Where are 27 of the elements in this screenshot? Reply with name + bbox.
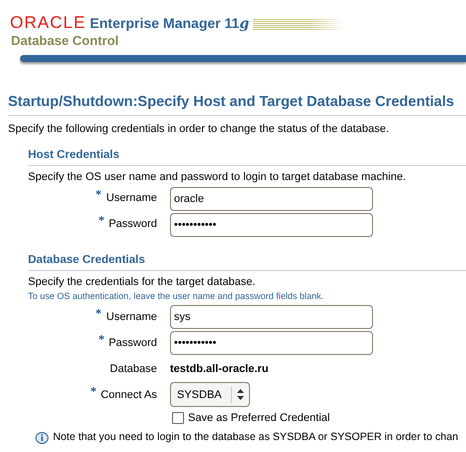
input-field[interactable]: sys bbox=[170, 304, 373, 329]
input-field[interactable]: oracle bbox=[170, 186, 373, 210]
field-label: Password bbox=[108, 336, 157, 350]
section-description: Specify the OS user name and password to login to target database machine. bbox=[28, 170, 407, 185]
input-field[interactable]: ••••••••••• bbox=[170, 212, 373, 236]
section-title: Host Credentials bbox=[28, 146, 466, 166]
product-subtitle: Database Control bbox=[10, 32, 120, 50]
page-title: Startup/Shutdown:Specify Host and Target Database Credentials bbox=[8, 92, 466, 116]
input-field[interactable]: ••••••••••• bbox=[170, 330, 373, 355]
connect-as-select[interactable]: SYSDBA bbox=[170, 382, 250, 408]
field-label: Connect As bbox=[100, 388, 157, 402]
field-label: Username bbox=[106, 191, 157, 206]
checkbox-label: Save as Preferred Credential bbox=[188, 410, 330, 426]
field-label: Password bbox=[108, 217, 157, 232]
spinner-icon bbox=[237, 389, 244, 400]
brand-logo: ORACLE bbox=[10, 14, 86, 31]
info-icon bbox=[35, 431, 49, 444]
hint-text: To use OS authentication, leave the user name and password fields blank. bbox=[28, 290, 325, 304]
product-name: Enterprise Manager 11g bbox=[90, 16, 250, 31]
field-value: testdb.all-oracle.ru bbox=[170, 362, 268, 376]
field-label: Username bbox=[106, 310, 157, 324]
page-description: Specify the following credentials in order to change the status of the database. bbox=[8, 122, 390, 138]
checkbox[interactable] bbox=[172, 412, 184, 424]
section-description: Specify the credentials for the target database. bbox=[28, 274, 256, 290]
note-text: Note that you need to login to the database as SYSDBA or SYSOPER in order to chan bbox=[53, 430, 458, 445]
field-label: Database bbox=[110, 362, 157, 376]
section-title: Database Credentials bbox=[28, 252, 466, 271]
